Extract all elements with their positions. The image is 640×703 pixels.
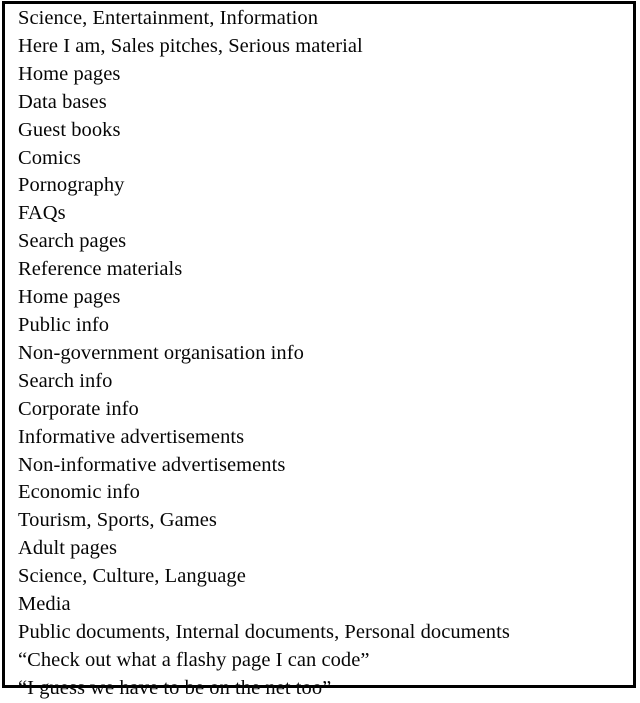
table-row: Reference materials xyxy=(18,258,183,281)
text-row-list: Science, Entertainment, Information Here … xyxy=(5,5,633,703)
table-row: Science, Entertainment, Information xyxy=(18,7,319,29)
table-row: “Check out what a flashy page I can code… xyxy=(18,648,370,671)
table-row: Corporate info xyxy=(18,397,139,420)
table-row: Guest books xyxy=(18,118,121,141)
table-row: Media xyxy=(18,593,71,616)
table-row: Home pages xyxy=(18,62,121,85)
table-row: Non-government organisation info xyxy=(18,341,304,364)
table-row: Informative advertisements xyxy=(18,425,245,448)
bordered-table-container: Science, Entertainment, Information Here … xyxy=(2,1,636,699)
table-row: Adult pages xyxy=(18,537,118,560)
table-row: Economic info xyxy=(18,481,140,504)
table-row: Science, Culture, Language xyxy=(18,565,246,588)
table-row: FAQs xyxy=(18,202,66,225)
table-row: “I guess we have to be on the net too” xyxy=(18,676,332,699)
table-row: Public documents, Internal documents, Pe… xyxy=(18,620,510,643)
table-row: Non-informative advertisements xyxy=(18,453,286,476)
table-row: Data bases xyxy=(18,90,107,113)
table-row: Search pages xyxy=(18,230,127,253)
table-row: Tourism, Sports, Games xyxy=(18,509,217,532)
table-row: Pornography xyxy=(18,174,125,197)
table-row: Public info xyxy=(18,313,110,336)
table-row: Comics xyxy=(18,146,81,169)
table-row: Search info xyxy=(18,369,113,392)
table-row: Home pages xyxy=(18,286,121,309)
table-row: Here I am, Sales pitches, Serious materi… xyxy=(18,34,363,57)
